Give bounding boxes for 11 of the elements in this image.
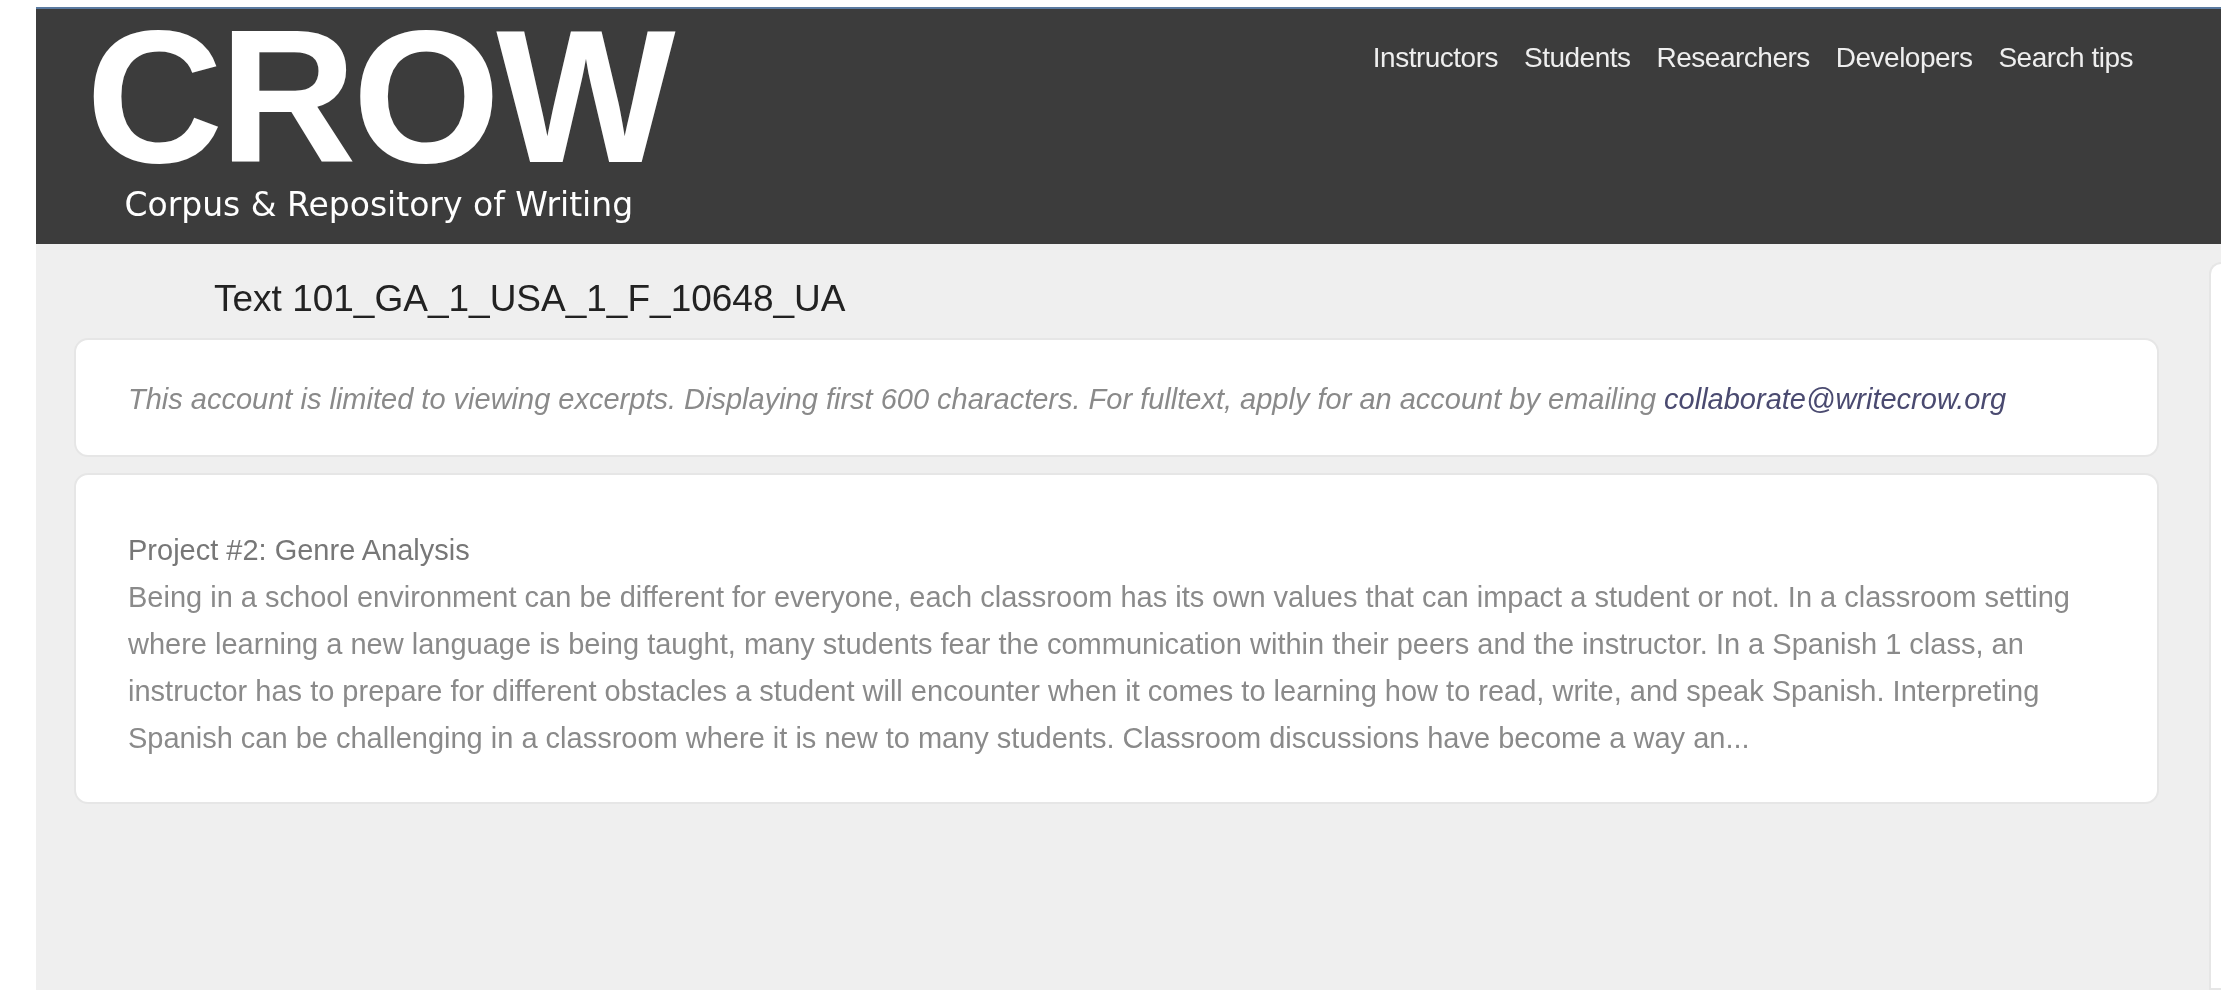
- nav-link[interactable]: Instructors: [1372, 41, 1498, 75]
- nav-link[interactable]: Developers: [1835, 41, 1973, 75]
- logo[interactable]: CROW Corpus & Repository of Writing: [86, 11, 672, 227]
- excerpt-text: Being in a school environment can be different for everyone, each classroom has its own values that can impact a student or not. In a classroom setting where learning a new language is being taught, many students fear the communication within their peers and the instructor. In a Spanish 1 class, an instructor has to prepare for different obstacles a student will encounter when it comes to learning how to read, write, and speak Spanish. Interpreting Spanish can be challenging in a classroom where it is new to many students. Classroom discussions have become a way an...: [128, 580, 2071, 756]
- email-link[interactable]: collaborate@writecrow.org: [1664, 383, 2007, 415]
- nav-link[interactable]: Search tips: [1998, 41, 2133, 75]
- nav-link[interactable]: Students: [1524, 41, 1631, 75]
- page-title: Text 101_GA_1_USA_1_F_10648_UA: [214, 277, 847, 321]
- notice-text: This account is limited to viewing excerpts. Displaying first 600 characters. For fulltext, apply for an account by emailing collaborate@writecrow.org: [128, 382, 2008, 417]
- excerpt-heading: Project #2: Genre Analysis: [128, 533, 471, 568]
- nav-link[interactable]: Researchers: [1656, 41, 1810, 75]
